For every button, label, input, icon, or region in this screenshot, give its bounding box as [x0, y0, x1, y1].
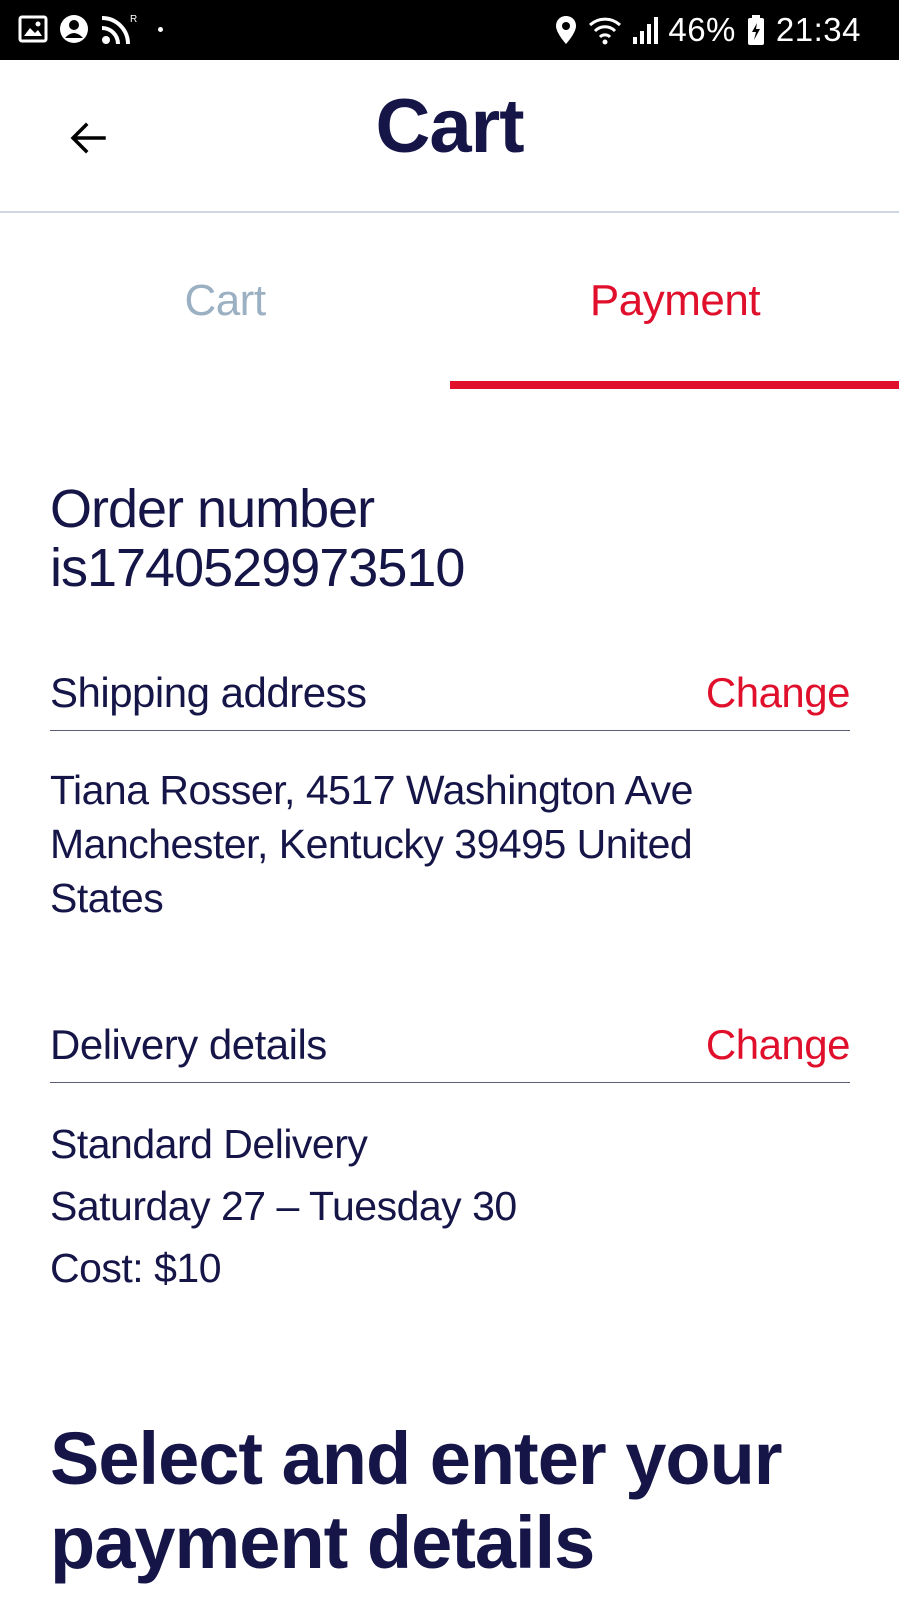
delivery-dates: Saturday 27 – Tuesday 30 — [50, 1183, 517, 1229]
payment-heading-line-2: payment details — [50, 1501, 595, 1584]
account-icon — [60, 15, 88, 43]
tab-payment[interactable]: Payment — [450, 213, 899, 389]
delivery-details-header: Delivery details Change — [50, 1020, 851, 1083]
clock: 21:34 — [775, 11, 861, 48]
payment-content: Order number is1740529973510 Shipping ad… — [50, 480, 851, 1585]
payment-heading-line-1: Select and enter your — [50, 1417, 783, 1500]
change-shipping-link[interactable]: Change — [706, 668, 851, 718]
rss-icon: R — [101, 14, 137, 45]
tab-cart-label: Cart — [184, 276, 266, 325]
shipping-address-text: Tiana Rosser, 4517 Washington Ave Manche… — [50, 763, 850, 925]
location-icon — [556, 16, 577, 44]
wifi-icon — [589, 17, 622, 45]
status-bar: R 46% 21:34 — [0, 0, 899, 60]
delivery-details-text: Standard Delivery Saturday 27 – Tuesday … — [50, 1113, 850, 1299]
address-line-2: Manchester, Kentucky 39495 United — [50, 821, 693, 867]
delivery-details-title: Delivery details — [50, 1021, 327, 1068]
shipping-address-title: Shipping address — [50, 669, 367, 716]
active-tab-indicator — [450, 381, 899, 389]
image-icon — [18, 15, 48, 43]
page-title: Cart — [375, 84, 524, 169]
address-line-3: States — [50, 875, 164, 921]
battery-percent: 46% — [668, 11, 736, 48]
tab-cart[interactable]: Cart — [0, 213, 450, 389]
svg-text:R: R — [130, 14, 137, 25]
order-number-label: Order number — [50, 479, 375, 539]
delivery-method: Standard Delivery — [50, 1121, 368, 1167]
battery-icon — [747, 15, 764, 45]
order-number-value: is1740529973510 — [50, 538, 465, 598]
notification-dot — [158, 26, 163, 32]
payment-details-heading: Select and enter your payment details — [50, 1417, 850, 1585]
app-header: Cart — [0, 60, 899, 213]
signal-icon — [633, 17, 659, 44]
delivery-cost: Cost: $10 — [50, 1245, 222, 1291]
status-left: R — [18, 12, 163, 46]
shipping-address-header: Shipping address Change — [50, 668, 851, 731]
address-line-1: Tiana Rosser, 4517 Washington Ave — [50, 767, 693, 813]
checkout-tabs: Cart Payment — [0, 213, 899, 389]
tab-payment-label: Payment — [589, 276, 761, 325]
order-number: Order number is1740529973510 — [50, 480, 610, 598]
status-right: 46% 21:34 — [554, 8, 861, 52]
change-delivery-link[interactable]: Change — [706, 1020, 851, 1070]
